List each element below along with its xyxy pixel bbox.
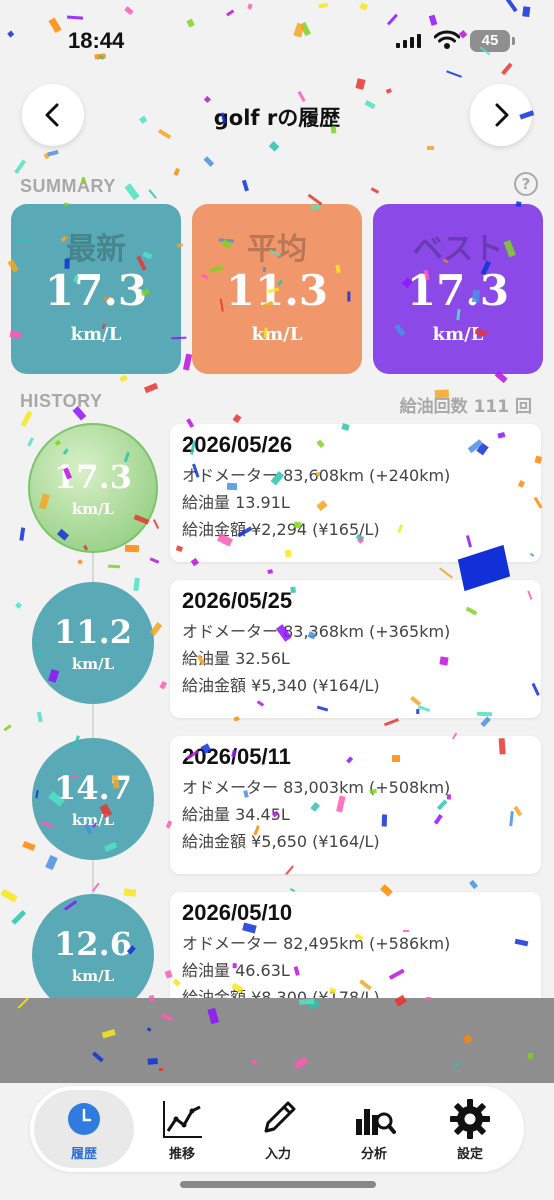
tab-label: 分析 (360, 1146, 387, 1162)
confetti-piece (242, 180, 250, 193)
tab-label: 履歴 (70, 1146, 97, 1162)
entry-odometer: オドメーター 83,608km (+240km) (182, 466, 451, 485)
history-list[interactable]: 17.3 km/L 2026/05/26 オドメーター 83,608km (+2… (0, 420, 554, 998)
efficiency-badge: 12.6 km/L (32, 894, 154, 998)
latest-card: 最新 17.3 km/L (11, 204, 181, 374)
efficiency-value: 14.7 (54, 769, 132, 807)
confetti-piece (426, 146, 434, 150)
entry-amount: 給油量 46.63L (182, 961, 290, 980)
efficiency-value: 12.6 (54, 925, 132, 963)
efficiency-badge: 14.7 km/L (32, 738, 154, 860)
ad-banner-area (0, 998, 554, 1083)
efficiency-unit: km/L (71, 811, 115, 829)
card-title: 平均 (247, 232, 307, 267)
history-row[interactable]: 17.3 km/L 2026/05/26 オドメーター 83,608km (+2… (0, 420, 554, 570)
entry-date: 2026/05/11 (182, 744, 291, 769)
confetti-piece (144, 382, 158, 393)
card-value: 11.3 (225, 266, 329, 315)
average-card: 平均 11.3 km/L (192, 204, 362, 374)
summary-label: SUMMARY (20, 176, 116, 196)
tab-label: 設定 (456, 1146, 483, 1162)
entry-amount: 給油量 13.91L (182, 493, 290, 512)
tab-label: 推移 (168, 1146, 195, 1162)
previous-button[interactable] (22, 84, 84, 146)
page-title: golf rの履歴 (213, 106, 341, 130)
tab-trend[interactable]: 推移 (132, 1090, 232, 1168)
confetti-piece (173, 168, 181, 177)
entry-date: 2026/05/10 (182, 900, 293, 925)
battery-icon: 45 (470, 30, 515, 52)
efficiency-badge: 11.2 km/L (32, 582, 154, 704)
history-row[interactable]: 12.6 km/L 2026/05/10 オドメーター 82,495km (+5… (0, 888, 554, 998)
efficiency-unit: km/L (71, 967, 115, 985)
card-unit: km/L (70, 324, 122, 345)
wifi-icon (434, 30, 460, 49)
efficiency-value: 17.3 (54, 458, 132, 496)
entry-odometer: オドメーター 82,495km (+586km) (182, 934, 451, 953)
confetti-piece (148, 189, 158, 200)
efficiency-value: 11.2 (54, 613, 132, 651)
confetti-piece (118, 374, 128, 383)
confetti-piece (385, 88, 393, 94)
history-card[interactable]: 2026/05/25 オドメーター 83,368km (+365km) 給油量 … (170, 580, 541, 718)
history-card[interactable]: 2026/05/26 オドメーター 83,608km (+240km) 給油量 … (170, 424, 541, 562)
history-label: HISTORY (20, 391, 103, 411)
card-title: 最新 (66, 232, 126, 267)
status-bar: 18:44 45 (0, 0, 554, 80)
help-icon[interactable]: ? (514, 172, 538, 196)
status-time: 18:44 (68, 28, 125, 53)
clock-icon (68, 1102, 100, 1135)
analysis-icon (356, 1108, 396, 1135)
card-value: 17.3 (406, 266, 510, 315)
confetti-piece (123, 182, 140, 200)
efficiency-badge: 17.3 km/L (28, 423, 158, 553)
entry-amount: 給油量 32.56L (182, 649, 290, 668)
next-button[interactable] (470, 84, 532, 146)
entry-odometer: オドメーター 83,003km (+508km) (182, 778, 451, 797)
gear-icon (450, 1098, 490, 1139)
line-chart-icon (163, 1100, 202, 1138)
confetti-piece (43, 152, 50, 160)
entry-date: 2026/05/25 (182, 588, 293, 613)
entry-date: 2026/05/26 (182, 432, 293, 457)
tab-bar: 履歴 推移 入力 分析 設定 (30, 1086, 524, 1172)
tab-history[interactable]: 履歴 (34, 1090, 134, 1168)
confetti-piece (14, 159, 27, 175)
history-card[interactable]: 2026/05/11 オドメーター 83,003km (+508km) 給油量 … (170, 736, 541, 874)
home-indicator (180, 1181, 376, 1188)
chevron-right-icon (495, 103, 509, 127)
tab-analysis[interactable]: 分析 (324, 1090, 424, 1168)
entry-odometer: オドメーター 83,368km (+365km) (182, 622, 451, 641)
entry-cost: 給油金額 ¥5,340 (¥164/L) (182, 676, 380, 695)
confetti-piece (46, 150, 59, 158)
entry-cost: 給油金額 ¥5,650 (¥164/L) (182, 832, 380, 851)
history-row[interactable]: 11.2 km/L 2026/05/25 オドメーター 83,368km (+3… (0, 576, 554, 726)
tab-label: 入力 (264, 1146, 291, 1162)
history-row[interactable]: 14.7 km/L 2026/05/11 オドメーター 83,003km (+5… (0, 732, 554, 882)
entry-cost: 給油金額 ¥2,294 (¥165/L) (182, 520, 380, 539)
confetti-piece (183, 353, 193, 371)
confetti-piece (204, 156, 215, 167)
refuel-count: 給油回数 111 回 (399, 397, 532, 417)
chevron-left-icon (45, 103, 59, 127)
efficiency-unit: km/L (71, 500, 115, 518)
tab-input[interactable]: 入力 (228, 1090, 328, 1168)
confetti-piece (297, 91, 306, 103)
pencil-icon (264, 1101, 296, 1132)
history-card[interactable]: 2026/05/10 オドメーター 82,495km (+586km) 給油量 … (170, 892, 541, 998)
tab-settings[interactable]: 設定 (420, 1090, 520, 1168)
best-card: ベスト 17.3 km/L (373, 204, 543, 374)
cellular-signal-icon (396, 34, 421, 48)
entry-amount: 給油量 34.45L (182, 805, 290, 824)
card-title: ベスト (412, 232, 504, 267)
card-unit: km/L (251, 324, 303, 345)
card-unit: km/L (432, 324, 484, 345)
card-value: 17.3 (44, 266, 148, 315)
efficiency-unit: km/L (71, 655, 115, 673)
confetti-piece (370, 187, 380, 194)
confetti-piece (269, 141, 280, 152)
entry-cost: 給油金額 ¥8,300 (¥178/L) (182, 988, 380, 998)
